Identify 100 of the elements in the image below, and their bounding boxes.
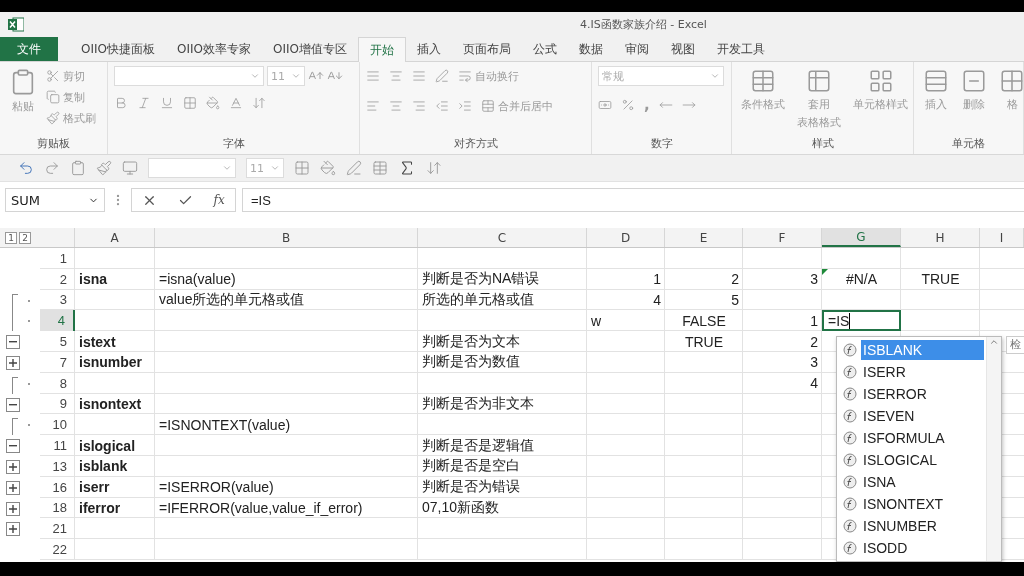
row-header[interactable]: 2 bbox=[40, 268, 75, 290]
ribbon-tab[interactable]: 审阅 bbox=[613, 37, 660, 61]
ribbon-tab[interactable]: 公式 bbox=[521, 37, 568, 61]
plus-icon bbox=[9, 483, 17, 492]
row-header[interactable]: 8 bbox=[40, 372, 75, 394]
table-icon[interactable] bbox=[806, 68, 832, 94]
autocomplete-item[interactable]: ISERROR bbox=[839, 383, 984, 405]
expand-button[interactable] bbox=[6, 501, 20, 516]
autocomplete-item[interactable]: ISNA bbox=[839, 471, 984, 493]
expand-button[interactable] bbox=[6, 459, 20, 474]
table-cell-text: iferror bbox=[78, 498, 122, 518]
row-header[interactable]: 3 bbox=[40, 289, 75, 311]
column-header[interactable]: G bbox=[822, 228, 901, 247]
function-icon bbox=[843, 431, 857, 445]
column-header[interactable]: I bbox=[980, 228, 1024, 247]
expand-button[interactable] bbox=[6, 522, 20, 537]
merge-icon[interactable] bbox=[481, 99, 495, 113]
column-header[interactable]: H bbox=[901, 228, 980, 247]
autocomplete-item[interactable]: ISFORMULA bbox=[839, 427, 984, 449]
function-icon bbox=[843, 497, 857, 511]
brush-icon[interactable] bbox=[96, 160, 112, 176]
copy-icon[interactable] bbox=[46, 90, 60, 104]
screen-icon[interactable] bbox=[122, 160, 138, 176]
table-cell-text: iserr bbox=[78, 478, 111, 498]
autocomplete-item[interactable]: ISODD bbox=[839, 537, 984, 559]
minus-icon bbox=[9, 445, 17, 448]
row-header[interactable]: 13 bbox=[40, 455, 75, 477]
undo-icon[interactable] bbox=[18, 160, 34, 176]
grid-icon[interactable] bbox=[999, 68, 1024, 94]
collapse-button[interactable] bbox=[6, 439, 20, 454]
autocomplete-item[interactable]: ISEVEN bbox=[839, 405, 984, 427]
brush-icon[interactable] bbox=[46, 111, 60, 125]
font-name-field[interactable] bbox=[148, 158, 236, 178]
autocomplete-item[interactable]: ISERR bbox=[839, 361, 984, 383]
grid-icon[interactable] bbox=[867, 68, 894, 94]
function-icon bbox=[843, 475, 857, 489]
expand-button[interactable] bbox=[6, 356, 20, 370]
row-header[interactable]: 5 bbox=[40, 331, 75, 352]
outline-level-button[interactable]: 1 bbox=[5, 231, 17, 244]
expand-button[interactable] bbox=[6, 480, 20, 495]
scissors-icon[interactable] bbox=[46, 69, 60, 83]
table-cell-text: 2 bbox=[809, 332, 819, 352]
plus-icon bbox=[9, 462, 17, 471]
collapse-button[interactable] bbox=[6, 397, 20, 412]
ribbon-tab[interactable]: OIIO增值专区 bbox=[261, 37, 358, 61]
group-label: 样式 bbox=[811, 136, 834, 152]
autocomplete-item[interactable]: ISLOGICAL bbox=[839, 449, 984, 471]
name-box[interactable]: SUM bbox=[5, 188, 105, 212]
cell-editor[interactable]: =IS bbox=[822, 310, 901, 332]
outline-level-button[interactable]: 2 bbox=[19, 231, 31, 244]
delete-icon[interactable] bbox=[961, 68, 987, 94]
ribbon-tab[interactable]: 开发工具 bbox=[705, 37, 776, 61]
borders-icon[interactable] bbox=[294, 160, 310, 176]
table-cell-text: 判断是否为错误 bbox=[421, 477, 521, 497]
row-header[interactable]: 18 bbox=[40, 497, 75, 519]
ribbon-tab[interactable]: 插入 bbox=[405, 37, 452, 61]
ribbon-tab[interactable]: OIIO快捷面板 bbox=[70, 37, 166, 61]
row-header[interactable]: 10 bbox=[40, 414, 75, 436]
row-header[interactable]: 1 bbox=[40, 248, 75, 269]
row-header[interactable]: 16 bbox=[40, 476, 75, 498]
ribbon-tab[interactable]: 视图 bbox=[659, 37, 706, 61]
edit-icon[interactable] bbox=[346, 160, 362, 176]
ribbon-tab[interactable]: 开始 bbox=[357, 37, 406, 62]
table-cell-text: 4 bbox=[809, 374, 819, 394]
table-icon[interactable] bbox=[750, 68, 776, 94]
row-header[interactable]: 21 bbox=[40, 518, 75, 540]
caret-icon bbox=[222, 163, 232, 173]
insert-function-button[interactable]: fx bbox=[213, 193, 225, 207]
window-title: 4.IS函数家族介绍 - Excel bbox=[580, 17, 707, 32]
autocomplete-item[interactable]: ISNUMBER bbox=[839, 515, 984, 537]
column-header[interactable]: B bbox=[155, 228, 418, 247]
ribbon-tab[interactable]: OIIO效率专家 bbox=[165, 37, 262, 61]
ribbon-tab[interactable]: 文件 bbox=[0, 37, 58, 61]
row-header[interactable]: 7 bbox=[40, 352, 75, 373]
row-header[interactable]: 4 bbox=[40, 310, 75, 332]
autocomplete-item[interactable]: ISNONTEXT bbox=[839, 493, 984, 515]
row-header[interactable]: 11 bbox=[40, 435, 75, 456]
row-header[interactable]: 22 bbox=[40, 539, 75, 560]
table-cell-text: 07,10新函数 bbox=[421, 497, 501, 517]
wrap-icon[interactable] bbox=[458, 69, 472, 83]
ribbon-tab[interactable]: 页面布局 bbox=[451, 37, 522, 61]
table-cell-text: istext bbox=[78, 332, 117, 352]
column-header[interactable]: A bbox=[75, 228, 155, 247]
fill-color-icon[interactable] bbox=[320, 160, 336, 176]
table-cell-text: 4 bbox=[652, 291, 662, 310]
formula-field[interactable]: =IS bbox=[242, 188, 1024, 212]
column-header[interactable]: C bbox=[418, 228, 587, 247]
column-header[interactable]: E bbox=[665, 228, 743, 247]
clipboard-icon[interactable] bbox=[70, 160, 86, 176]
redo-icon[interactable] bbox=[44, 160, 60, 176]
table-icon[interactable] bbox=[372, 160, 388, 176]
row-header[interactable]: 9 bbox=[40, 393, 75, 415]
column-header[interactable]: D bbox=[587, 228, 665, 247]
scroll-up-icon[interactable] bbox=[989, 337, 999, 347]
minus-icon bbox=[9, 341, 17, 344]
insert-rows-icon[interactable] bbox=[923, 68, 949, 94]
ribbon-tab[interactable]: 数据 bbox=[567, 37, 614, 61]
table-cell-text: 判断是否为非文本 bbox=[421, 393, 535, 413]
sort-icon[interactable] bbox=[426, 160, 442, 176]
collapse-button[interactable] bbox=[6, 335, 20, 350]
